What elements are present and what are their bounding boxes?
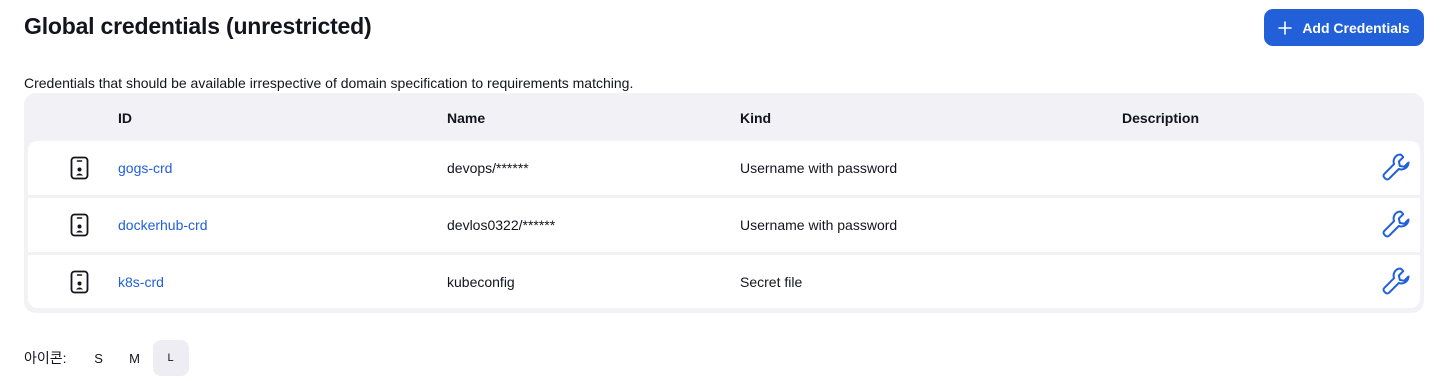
credential-id-link[interactable]: dockerhub-crd (118, 217, 208, 233)
add-credentials-button[interactable]: Add Credentials (1264, 9, 1424, 46)
table-row: k8s-crd kubeconfig Secret file (28, 255, 1420, 308)
table-row: dockerhub-crd devlos0322/****** Username… (28, 198, 1420, 252)
wrench-icon[interactable] (1380, 265, 1412, 297)
table-row: gogs-crd devops/****** Username with pas… (28, 141, 1420, 195)
credential-id-link[interactable]: gogs-crd (118, 160, 172, 176)
credential-kind: Username with password (740, 160, 898, 176)
icon-size-selector: 아이콘: S M L (24, 340, 189, 376)
credential-name: devlos0322/****** (447, 217, 556, 233)
plus-icon (1278, 20, 1293, 35)
credential-icon (70, 270, 89, 294)
credential-kind: Secret file (740, 274, 803, 290)
add-credentials-label: Add Credentials (1302, 19, 1410, 36)
icon-size-large[interactable]: L (152, 340, 189, 376)
page-description: Credentials that should be available irr… (24, 75, 634, 91)
page-title: Global credentials (unrestricted) (24, 13, 372, 39)
icon-size-label: 아이콘: (24, 350, 67, 366)
wrench-icon[interactable] (1380, 151, 1412, 183)
credentials-table: ID Name Kind Description gogs-crd devops… (24, 93, 1424, 313)
icon-size-small[interactable]: S (81, 340, 117, 376)
credential-kind: Username with password (740, 217, 898, 233)
icon-size-medium[interactable]: M (117, 340, 153, 376)
credential-icon (70, 156, 89, 180)
credential-name: devops/****** (447, 160, 529, 176)
credential-icon (70, 213, 89, 237)
table-header: ID Name Kind Description (24, 93, 1424, 139)
column-header-name[interactable]: Name (447, 110, 485, 126)
column-header-description[interactable]: Description (1122, 110, 1199, 126)
credential-id-link[interactable]: k8s-crd (118, 274, 164, 290)
column-header-kind[interactable]: Kind (740, 110, 771, 126)
column-header-id[interactable]: ID (118, 110, 132, 126)
credentials-page: Global credentials (unrestricted) Add Cr… (0, 0, 1440, 381)
wrench-icon[interactable] (1380, 208, 1412, 240)
credential-name: kubeconfig (447, 274, 515, 290)
